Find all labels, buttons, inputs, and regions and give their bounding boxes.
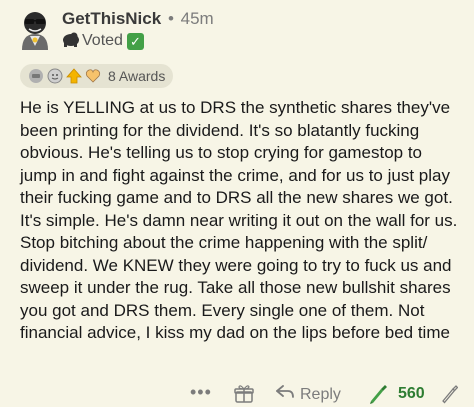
username-line: GetThisNick • 45m — [62, 9, 214, 29]
comment: GetThisNick • 45m Voted ✓ 8 Awards He is… — [0, 0, 474, 407]
reply-arrow-icon — [276, 384, 294, 405]
username[interactable]: GetThisNick — [62, 9, 161, 28]
wholesome-award-icon — [47, 68, 63, 84]
flair-text: Voted — [82, 32, 123, 49]
separator-dot: • — [167, 9, 174, 28]
give-award-icon[interactable] — [234, 384, 254, 404]
awards-bar[interactable]: 8 Awards — [20, 64, 174, 88]
action-bar: ••• Reply 560 — [0, 382, 474, 406]
helpful-award-icon — [28, 68, 44, 84]
downvote-icon[interactable] — [440, 384, 459, 404]
silver-award-icon — [85, 68, 101, 84]
gorilla-icon — [62, 31, 80, 51]
avatar[interactable] — [16, 6, 54, 52]
user-flair: Voted ✓ — [62, 31, 144, 51]
comment-body: He is YELLING at us to DRS the synthetic… — [20, 98, 458, 342]
timestamp: 45m — [180, 9, 214, 28]
upvote-icon[interactable] — [368, 384, 388, 404]
check-icon: ✓ — [126, 32, 144, 50]
gold-award-icon — [66, 68, 82, 84]
reply-button[interactable]: Reply — [276, 384, 341, 405]
reply-label: Reply — [300, 385, 341, 403]
more-options-button[interactable]: ••• — [190, 382, 212, 403]
vote-score: 560 — [398, 385, 425, 402]
awards-count: 8 Awards — [108, 68, 166, 84]
